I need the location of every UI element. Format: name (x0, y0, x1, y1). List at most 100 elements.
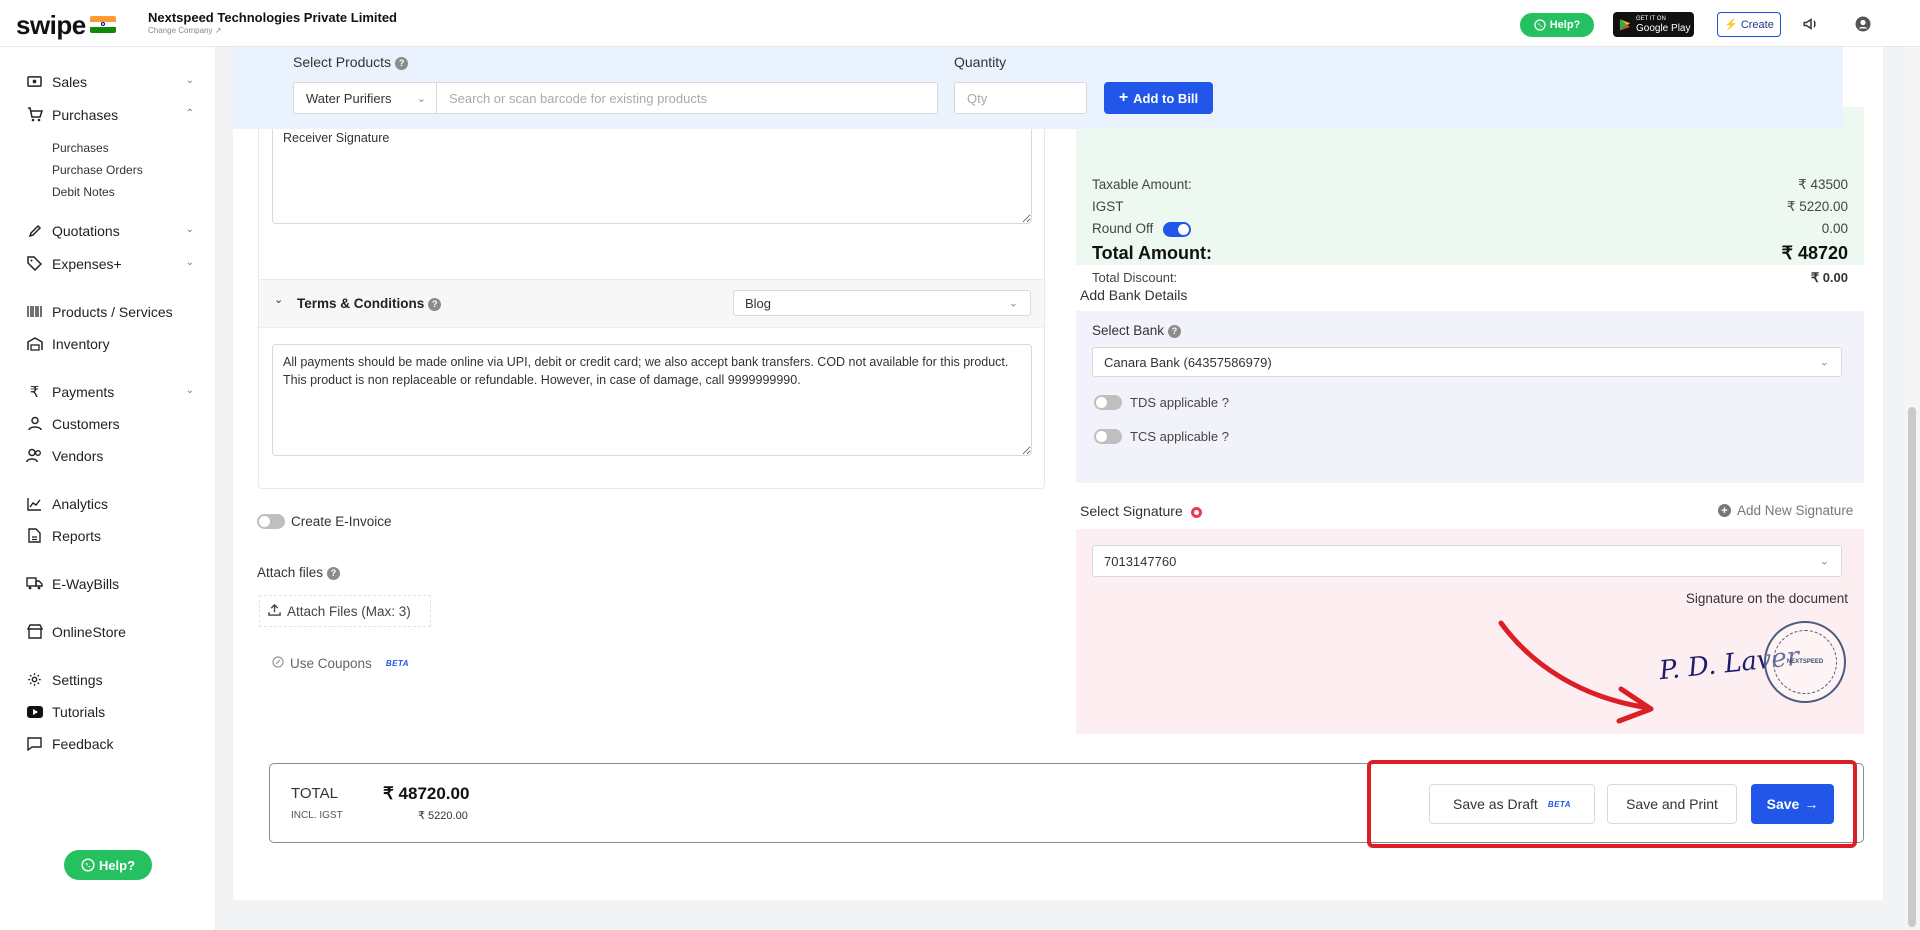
sidebar-item-inventory[interactable]: Inventory (26, 335, 194, 352)
annotation-arrow (1498, 620, 1654, 724)
user-icon (26, 415, 43, 432)
store-icon (26, 623, 43, 640)
rupee-icon: ₹ (29, 383, 40, 401)
barcode-icon (26, 303, 43, 320)
chevron-down-icon: ⌄ (1819, 356, 1829, 369)
footer-incl-label: INCL. IGST (291, 810, 343, 821)
sidebar-item-quotations[interactable]: Quotations ⌄ (26, 222, 194, 239)
line-chart-icon (26, 495, 43, 512)
terms-template-select[interactable]: Blog ⌄ (733, 290, 1031, 316)
use-coupons-row[interactable]: Use Coupons BETA (272, 656, 409, 671)
tcs-toggle[interactable] (1094, 429, 1122, 444)
chevron-down-icon: ⌄ (1819, 555, 1829, 568)
igst-row: IGST ₹ 5220.00 (1092, 199, 1848, 214)
chevron-down-icon: ⌄ (185, 257, 194, 268)
tcs-row[interactable]: TCS applicable ? (1094, 429, 1229, 444)
create-button[interactable]: ⚡ Create (1717, 12, 1781, 37)
qty-input[interactable]: Qty (954, 82, 1087, 114)
bank-select[interactable]: Canara Bank (64357586979) ⌄ (1092, 347, 1842, 377)
select-products-panel: Select Products? Water Purifiers ⌄ Searc… (233, 47, 1843, 129)
sidebar-item-tutorials[interactable]: Tutorials (26, 703, 194, 720)
top-header: swipe Nextspeed Technologies Private Lim… (0, 0, 1920, 47)
terms-textarea[interactable]: All payments should be made online via U… (272, 344, 1032, 456)
megaphone-icon[interactable] (1800, 13, 1822, 35)
required-dot-icon (1190, 506, 1202, 518)
sidebar-subitem-debit-notes[interactable]: Debit Notes (52, 185, 115, 199)
sidebar-subitem-purchase-orders[interactable]: Purchase Orders (52, 163, 143, 177)
signature-on-doc-label: Signature on the document (1685, 591, 1848, 606)
help-button[interactable]: Help? (1520, 13, 1594, 37)
chevron-down-icon: ⌄ (416, 92, 426, 105)
sidebar-item-vendors[interactable]: Vendors (26, 447, 194, 464)
whatsapp-icon (81, 858, 95, 872)
total-discount-row: Total Discount: ₹ 0.00 (1092, 270, 1848, 285)
chevron-down-icon: ⌄ (274, 294, 284, 306)
sidebar-item-sales[interactable]: Sales ⌄ (26, 73, 194, 90)
round-off-toggle[interactable] (1163, 221, 1192, 237)
category-select[interactable]: Water Purifiers ⌄ (293, 82, 437, 114)
sidebar-item-reports[interactable]: Reports (26, 527, 194, 544)
sidebar-subitem-purchases[interactable]: Purchases (52, 141, 109, 155)
signature-image: P. D. Laver NEXTSPEED (1658, 621, 1849, 721)
product-search-input[interactable]: Search or scan barcode for existing prod… (436, 82, 938, 114)
sidebar-item-payments[interactable]: ₹ Payments ⌄ (26, 383, 194, 401)
add-to-bill-button[interactable]: + Add to Bill (1104, 82, 1213, 114)
einvoice-toggle[interactable] (257, 514, 285, 529)
chevron-up-icon: ⌃ (185, 108, 194, 119)
sidebar: Sales ⌄ Purchases ⌃ Purchases Purchase O… (0, 47, 216, 930)
chevron-down-icon: ⌄ (1008, 297, 1018, 310)
signature-panel: 7013147760 ⌄ Signature on the document P… (1076, 529, 1864, 734)
feedback-icon (26, 735, 43, 752)
taxable-amount-row: Taxable Amount: ₹ 43500 (1092, 177, 1848, 192)
totals-panel: Taxable Amount: ₹ 43500 IGST ₹ 5220.00 R… (1076, 107, 1864, 285)
sidebar-item-purchases[interactable]: Purchases ⌃ (26, 106, 194, 123)
plus-circle-icon: + (1718, 504, 1731, 517)
sidebar-item-feedback[interactable]: Feedback (26, 735, 194, 752)
help-circle-icon[interactable]: ? (1168, 324, 1182, 338)
help-circle-icon[interactable]: ? (395, 56, 409, 70)
warehouse-icon (26, 335, 43, 352)
sidebar-help-button[interactable]: Help? (64, 850, 152, 880)
terms-header[interactable]: ⌄ Terms & Conditions? Blog ⌄ (259, 280, 1044, 328)
chevron-down-icon: ⌄ (185, 385, 194, 396)
sales-icon (26, 73, 43, 90)
sidebar-item-expenses[interactable]: Expenses+ ⌄ (26, 255, 194, 272)
india-flag-icon (90, 16, 116, 33)
footer-total-value: ₹ 48720.00 (383, 784, 470, 803)
google-play-badge[interactable]: GET IT ON Google Play (1613, 12, 1694, 37)
cart-icon (26, 106, 43, 123)
youtube-icon (26, 703, 43, 720)
google-play-icon (1619, 18, 1631, 31)
swipe-logo[interactable]: swipe (16, 10, 86, 41)
sidebar-item-settings[interactable]: Settings (26, 671, 194, 688)
attach-files-label: Attach files? (257, 565, 341, 580)
einvoice-toggle-row[interactable]: Create E-Invoice (257, 514, 392, 529)
sidebar-item-customers[interactable]: Customers (26, 415, 194, 432)
sidebar-item-analytics[interactable]: Analytics (26, 495, 194, 512)
upload-icon (268, 603, 281, 619)
select-bank-label: Select Bank? (1092, 323, 1182, 338)
sidebar-item-onlinestore[interactable]: OnlineStore (26, 623, 194, 640)
signature-select[interactable]: 7013147760 ⌄ (1092, 545, 1842, 577)
scrollbar-thumb[interactable] (1908, 407, 1916, 927)
sidebar-item-ewaybills[interactable]: E-WayBills (26, 575, 194, 592)
add-new-signature-link[interactable]: + Add New Signature (1718, 503, 1853, 518)
tds-row[interactable]: TDS applicable ? (1094, 395, 1229, 410)
truck-icon (26, 575, 43, 592)
tds-toggle[interactable] (1094, 395, 1122, 410)
help-circle-icon[interactable]: ? (327, 566, 341, 580)
bank-details-panel: Select Bank? Canara Bank (64357586979) ⌄… (1076, 311, 1864, 483)
terms-card: ⌄ Terms & Conditions? Blog ⌄ All payment… (258, 279, 1045, 489)
sidebar-item-products-services[interactable]: Products / Services (26, 303, 194, 320)
footer-total-label: TOTAL (291, 785, 338, 802)
user-profile-icon[interactable] (1852, 13, 1874, 35)
company-name[interactable]: Nextspeed Technologies Private Limited (148, 10, 397, 25)
company-stamp: NEXTSPEED (1764, 621, 1846, 703)
page-scrollbar[interactable] (1904, 47, 1920, 930)
lightning-icon: ⚡ (1724, 19, 1738, 31)
help-circle-icon[interactable]: ? (428, 297, 442, 311)
quantity-label: Quantity (954, 54, 1007, 70)
attach-files-button[interactable]: Attach Files (Max: 3) (259, 595, 431, 627)
change-company-link[interactable]: Change Company ↗ (148, 26, 221, 35)
tag-icon (26, 255, 43, 272)
